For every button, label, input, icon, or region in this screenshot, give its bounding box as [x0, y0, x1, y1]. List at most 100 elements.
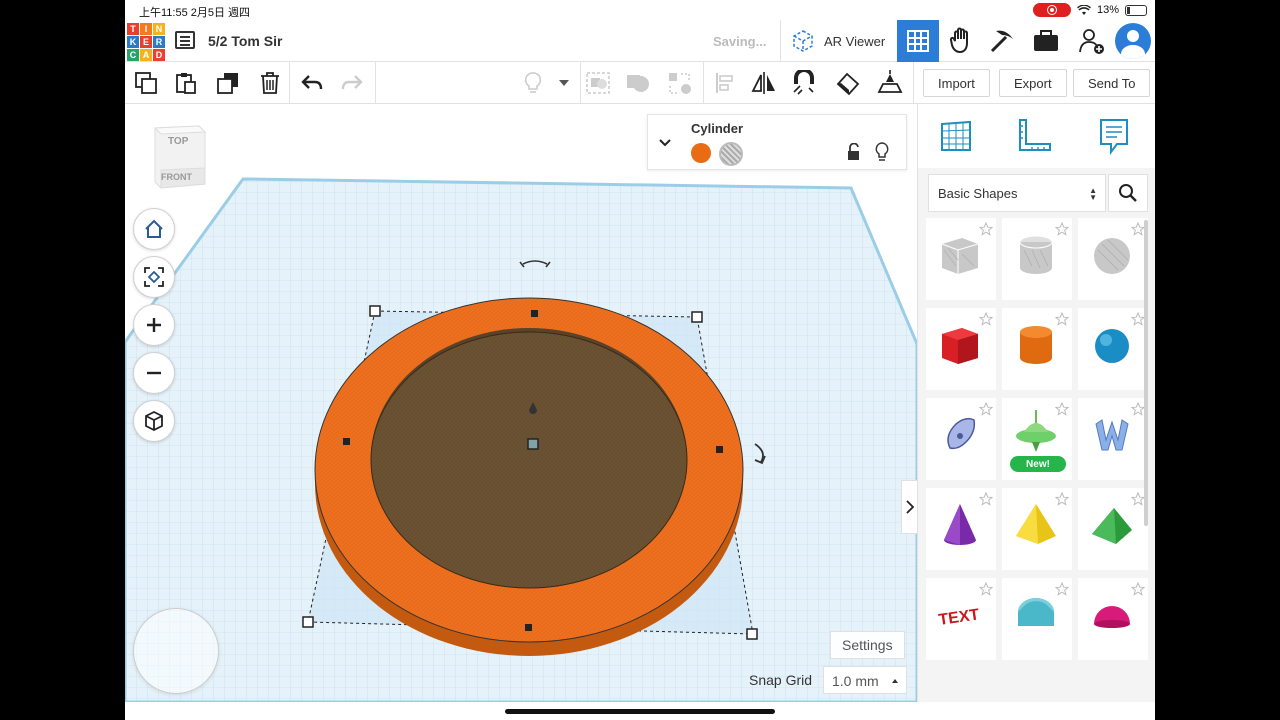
zoom-out-button[interactable]: [133, 352, 175, 394]
star-icon[interactable]: [1131, 582, 1145, 596]
star-icon[interactable]: [979, 402, 993, 416]
chevron-right-icon: [905, 500, 914, 514]
star-icon[interactable]: [979, 582, 993, 596]
ungroup-button[interactable]: [667, 70, 693, 96]
design-title[interactable]: 5/2 Tom Sir: [208, 33, 282, 49]
send-to-button[interactable]: Send To: [1073, 69, 1151, 97]
star-icon[interactable]: [1055, 402, 1069, 416]
minus-icon: [147, 371, 161, 375]
tinkercad-logo[interactable]: TIN KER CAD: [127, 23, 165, 61]
settings-button[interactable]: Settings: [830, 631, 905, 659]
toolbar-divider: [913, 62, 914, 104]
shape-box[interactable]: [926, 308, 996, 390]
zoom-in-button[interactable]: [133, 304, 175, 346]
export-button[interactable]: Export: [999, 69, 1067, 97]
shape-wedge[interactable]: [1078, 488, 1148, 570]
shape-spinner[interactable]: New!: [1002, 398, 1072, 480]
shape-search-button[interactable]: [1108, 174, 1148, 212]
tab-ruler[interactable]: [1014, 116, 1054, 156]
design-list-icon[interactable]: [175, 31, 195, 49]
tab-workplane[interactable]: [936, 116, 976, 156]
shape-text-shape[interactable]: [1078, 398, 1148, 480]
logo-letter: C: [127, 49, 139, 61]
ar-viewer-button[interactable]: AR Viewer: [790, 27, 885, 55]
panel-scrollbar[interactable]: [1144, 220, 1148, 526]
copy-icon: [135, 72, 157, 94]
shape-text-3d[interactable]: TEXT: [926, 578, 996, 660]
fit-view-button[interactable]: [133, 256, 175, 298]
panel-collapse-toggle[interactable]: [901, 480, 917, 534]
shape-cylinder[interactable]: [1002, 308, 1072, 390]
screen-recording-icon: [1032, 3, 1071, 17]
shape-box-hole[interactable]: [926, 218, 996, 300]
solid-color-swatch[interactable]: [691, 143, 711, 163]
logo-letter: N: [153, 23, 165, 35]
sim-lab-button[interactable]: [947, 26, 977, 56]
paste-button[interactable]: [173, 70, 199, 96]
mirror-button[interactable]: [751, 70, 777, 96]
home-indicator: [505, 709, 775, 714]
duplicate-button[interactable]: [215, 70, 241, 96]
star-icon[interactable]: [1131, 492, 1145, 506]
tab-notes[interactable]: [1094, 116, 1134, 156]
app-header: TIN KER CAD 5/2 Tom Sir Saving... AR Viewe…: [125, 20, 1155, 62]
home-view-button[interactable]: [133, 208, 175, 250]
shape-cone[interactable]: [926, 488, 996, 570]
star-icon[interactable]: [1131, 222, 1145, 236]
orbit-joystick[interactable]: [133, 608, 219, 694]
import-button[interactable]: Import: [923, 69, 990, 97]
shape-sphere[interactable]: [1078, 308, 1148, 390]
notes-icon: [1100, 119, 1128, 155]
battery-icon: [1125, 4, 1147, 16]
star-icon[interactable]: [1055, 492, 1069, 506]
workplane-viewport[interactable]: TOP FRONT Cylinder Settings Snap Grid 1.…: [125, 104, 917, 702]
copy-button[interactable]: [133, 70, 159, 96]
chevron-down-icon[interactable]: [658, 136, 672, 150]
ruler-l-icon: [1019, 119, 1051, 151]
snap-grid-select[interactable]: 1.0 mm: [823, 666, 907, 694]
invite-button[interactable]: [1077, 26, 1107, 56]
workplane-button[interactable]: [877, 70, 903, 96]
avatar[interactable]: [1115, 23, 1151, 59]
star-icon[interactable]: [1131, 312, 1145, 326]
projection-button[interactable]: [133, 400, 175, 442]
star-icon[interactable]: [979, 222, 993, 236]
star-icon[interactable]: [1055, 312, 1069, 326]
star-icon[interactable]: [979, 492, 993, 506]
bricks-button[interactable]: [987, 26, 1017, 56]
union-button[interactable]: [625, 70, 651, 96]
star-icon[interactable]: [1131, 402, 1145, 416]
union-icon: [627, 75, 649, 92]
star-icon[interactable]: [1055, 582, 1069, 596]
3d-view-button[interactable]: [897, 20, 939, 62]
show-hide-dropdown[interactable]: [551, 70, 577, 96]
group-button[interactable]: [585, 70, 611, 96]
delete-button[interactable]: [257, 70, 283, 96]
view-cube[interactable]: [149, 122, 209, 194]
align-button[interactable]: [712, 70, 738, 96]
shape-sphere-hole[interactable]: [1078, 218, 1148, 300]
cylinder-hole-icon: [1019, 235, 1053, 274]
shape-pyramid[interactable]: [1002, 488, 1072, 570]
ruler-button[interactable]: [835, 70, 861, 96]
panel-tabs: [918, 104, 1155, 168]
light-bulb-icon[interactable]: [874, 142, 890, 162]
cruise-button[interactable]: [791, 70, 817, 96]
lock-icon[interactable]: [846, 143, 862, 161]
shape-scribble[interactable]: [926, 398, 996, 480]
projects-button[interactable]: [1031, 26, 1061, 56]
shape-half-cylinder[interactable]: [1002, 578, 1072, 660]
show-all-button[interactable]: [520, 70, 546, 96]
magnet-icon: [793, 70, 814, 95]
shape-cylinder-hole[interactable]: [1002, 218, 1072, 300]
toolbar-divider: [289, 62, 290, 104]
grid-view-icon: [907, 30, 929, 52]
shape-library-select[interactable]: Basic Shapes ▲ ▼: [928, 174, 1106, 212]
hole-swatch[interactable]: [719, 142, 743, 166]
redo-button[interactable]: [339, 70, 365, 96]
star-icon[interactable]: [979, 312, 993, 326]
undo-button[interactable]: [299, 70, 325, 96]
star-icon[interactable]: [1055, 222, 1069, 236]
pickaxe-icon: [990, 30, 1013, 53]
shape-dome[interactable]: [1078, 578, 1148, 660]
